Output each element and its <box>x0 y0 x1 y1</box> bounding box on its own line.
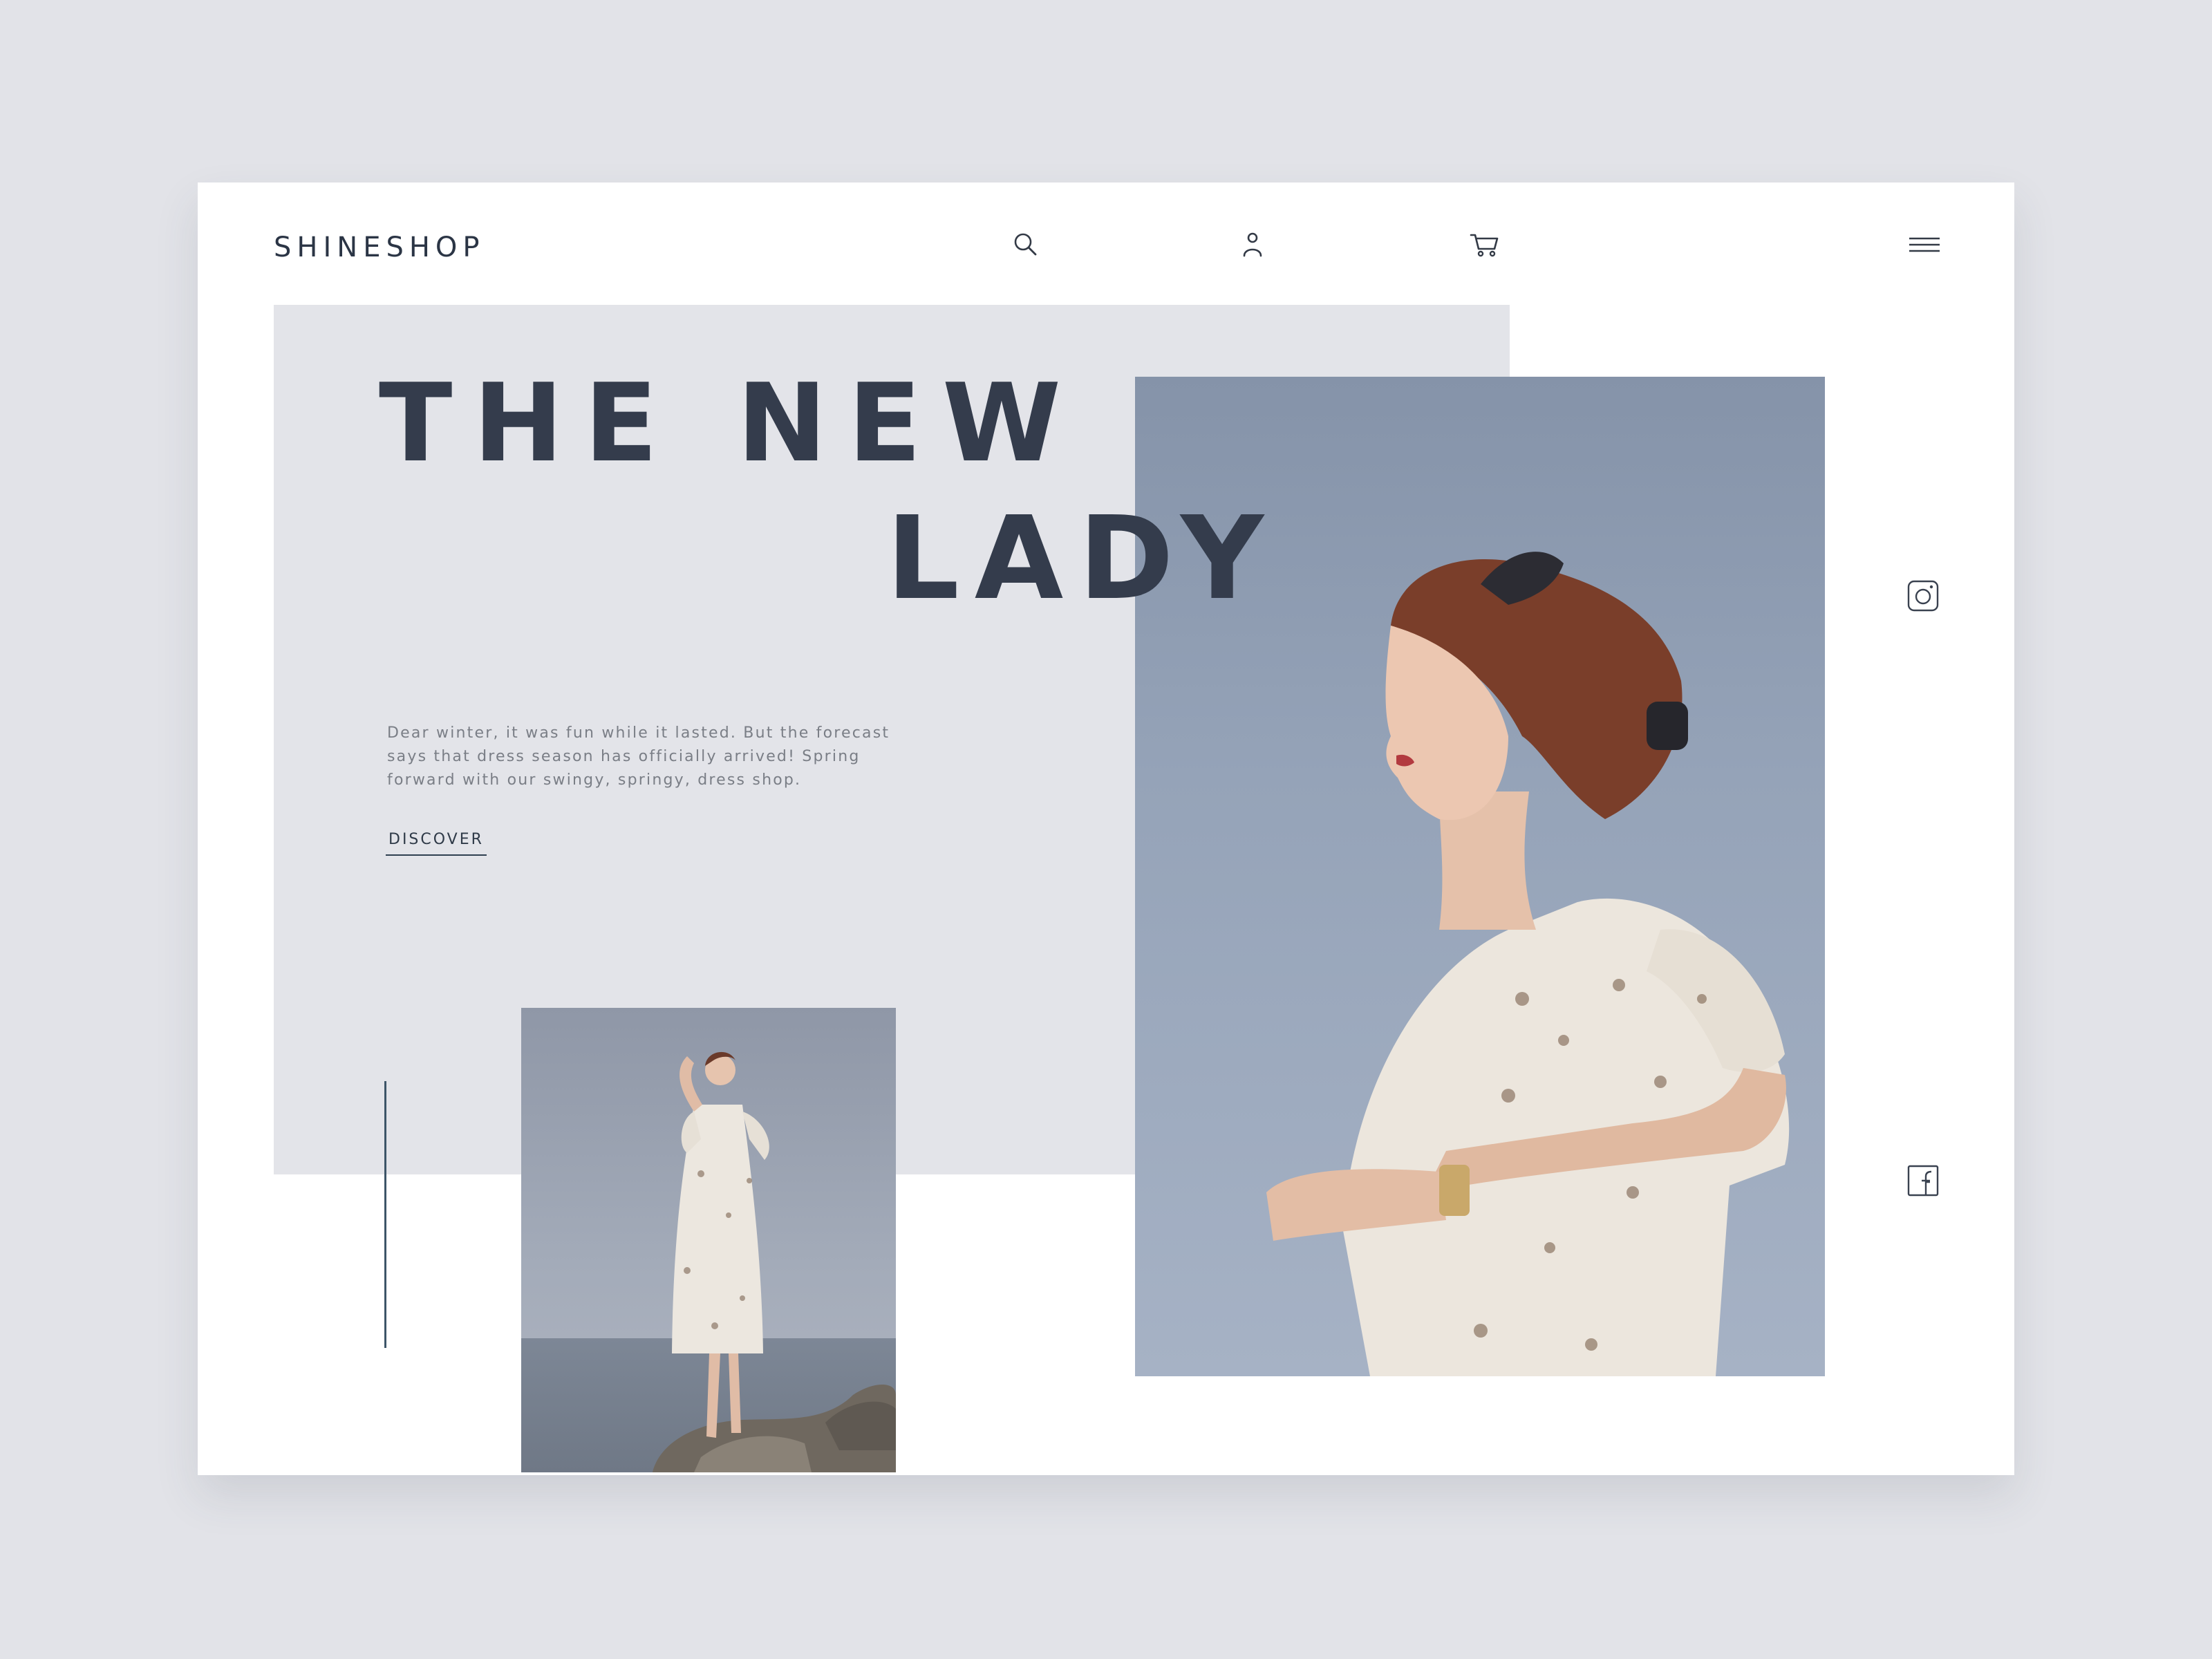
menu-button[interactable] <box>1908 228 1941 261</box>
menu-icon <box>1909 237 1940 252</box>
cart-button[interactable] <box>1468 228 1501 261</box>
search-button[interactable] <box>1009 228 1042 261</box>
facebook-link[interactable] <box>1905 1163 1941 1199</box>
brand-logo[interactable]: SHINESHOP <box>274 234 485 261</box>
discover-link[interactable]: DISCOVER <box>386 832 487 856</box>
instagram-link[interactable] <box>1905 578 1941 614</box>
hero-photo-small <box>521 1008 896 1472</box>
user-icon <box>1243 232 1262 257</box>
hero-description: Dear winter, it was fun while it lasted.… <box>387 724 890 789</box>
woman-standing-illustration <box>653 1051 896 1472</box>
page-card: SHINESHOP THE NEW LADY Dear winter, it w… <box>198 182 2014 1475</box>
cart-icon <box>1470 234 1499 257</box>
decorative-vertical-line <box>384 1081 386 1348</box>
instagram-icon <box>1907 580 1939 612</box>
headline-line-2: LADY <box>886 492 1280 626</box>
account-button[interactable] <box>1236 228 1269 261</box>
facebook-icon <box>1907 1165 1939 1197</box>
headline-line-1: THE NEW <box>379 360 1082 486</box>
search-icon <box>1014 233 1037 256</box>
